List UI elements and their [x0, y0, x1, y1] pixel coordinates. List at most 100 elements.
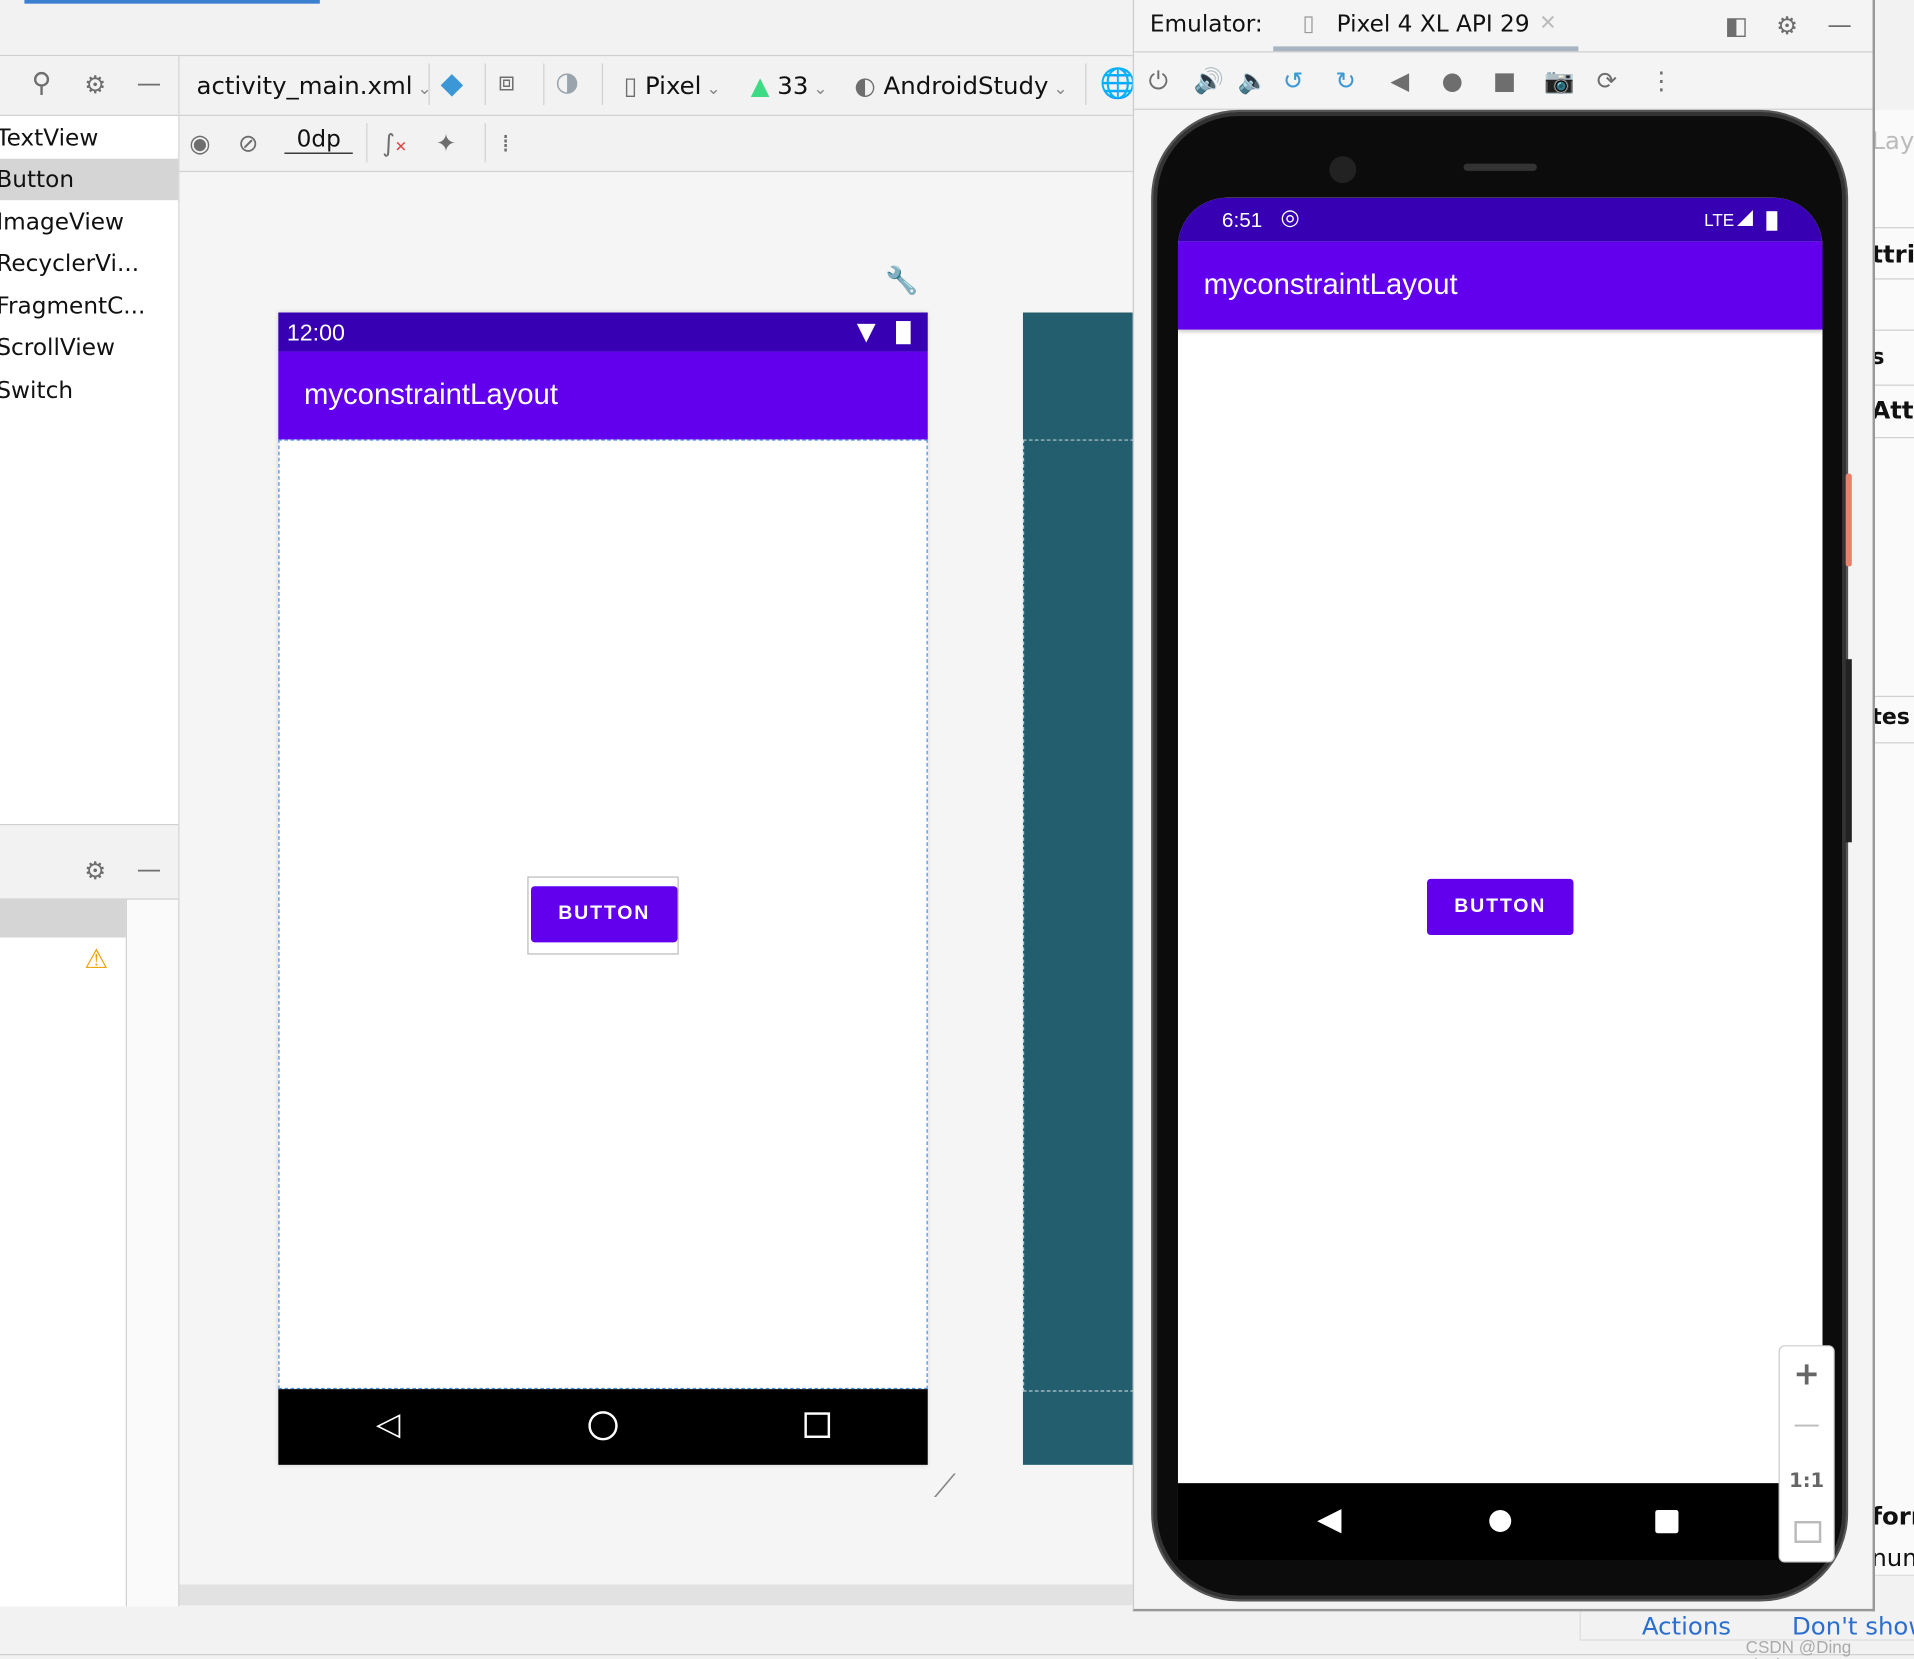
actions-link[interactable]: Actions: [1642, 1614, 1731, 1638]
gear-icon[interactable]: ⚙: [1776, 11, 1798, 40]
active-tab-indicator: [24, 0, 320, 4]
device-selector[interactable]: ▯ Pixel ⌄: [624, 71, 721, 100]
data-saver-icon: ◎: [1280, 205, 1300, 231]
warning-icon[interactable]: ⚠: [84, 945, 108, 976]
fit-screen-icon[interactable]: [1794, 1520, 1822, 1543]
app-bar: myconstraintLayout: [278, 351, 928, 440]
status-bar: 12:00 ▼: [278, 312, 928, 352]
theme-name: AndroidStudy: [883, 70, 1049, 101]
zoom-controls: + — 1:1: [1778, 1345, 1835, 1563]
attr-fragment: ttrik: [1871, 239, 1914, 269]
palette-list: TextView Button ImageView RecyclerVi... …: [0, 115, 179, 824]
emulator-toolbar: ⏻ 🔊 🔈 ↺ ↻ ◀ ● ■ 📷 ⟳ ⋮: [1134, 52, 1873, 110]
palette-item[interactable]: ScrollView: [0, 327, 175, 369]
battery-icon: [895, 321, 911, 345]
autoconnect-off-icon[interactable]: ⊘: [238, 128, 258, 157]
power-icon[interactable]: ⏻: [1149, 66, 1168, 95]
device-name: Pixel: [644, 70, 702, 101]
status-bar-bottom: [0, 1654, 1914, 1659]
app-button[interactable]: BUTTON: [1426, 878, 1574, 936]
back-icon[interactable]: ◀: [1390, 66, 1409, 95]
palette-item[interactable]: Switch: [0, 370, 175, 412]
palette-panel: ⚲ ⚙ — TextView Button ImageView Recycler…: [0, 56, 180, 1607]
palette-item-label: Button: [0, 166, 75, 193]
emulator-header: Emulator: ▯ Pixel 4 XL API 29 ✕ ◧ ⚙ —: [1134, 0, 1873, 53]
minimize-icon[interactable]: —: [137, 854, 161, 883]
attr-fragment: Layo: [1871, 125, 1914, 156]
app-title: myconstraintLayout: [303, 378, 558, 412]
zoom-in-icon[interactable]: +: [1780, 1356, 1834, 1393]
theme-icon: ◐: [854, 70, 876, 101]
phone-icon: ▯: [623, 70, 638, 101]
palette-item-selected[interactable]: Button: [0, 158, 179, 201]
overview-icon[interactable]: ■: [1493, 66, 1516, 95]
volume-key[interactable]: [1845, 659, 1852, 843]
speaker-grille: [1463, 163, 1537, 171]
close-tab-icon[interactable]: ✕: [1539, 11, 1556, 35]
night-mode-icon[interactable]: ◑: [555, 68, 578, 97]
android-studio-window: ⚲ ⚙ — TextView Button ImageView Recycler…: [0, 0, 1914, 1659]
window-mode-icon[interactable]: ◧: [1725, 11, 1748, 40]
component-tree: ⚠: [0, 898, 127, 1607]
more-options-icon[interactable]: ⋮: [1649, 66, 1673, 95]
status-time: 12:00: [286, 321, 345, 347]
recents-icon[interactable]: [1655, 1510, 1679, 1534]
back-icon[interactable]: ◀: [1317, 1501, 1341, 1538]
attr-fragment: forr: [1871, 1501, 1914, 1531]
clear-constraints-icon[interactable]: ∫✕: [382, 128, 407, 161]
screenshot-camera-icon[interactable]: 📷: [1544, 66, 1574, 95]
app-title: myconstraintLayout: [1203, 268, 1458, 302]
gear-icon[interactable]: ⚙: [84, 856, 106, 885]
constraint-toolbar: ◉ ⊘ 0dp ∫✕ ✦ ⁞: [179, 116, 1133, 173]
design-button[interactable]: BUTTON: [531, 886, 678, 943]
tree-row-selected[interactable]: [0, 898, 126, 938]
gear-icon[interactable]: ⚙: [84, 70, 106, 99]
eye-icon[interactable]: ◉: [189, 128, 210, 157]
locale-globe-icon[interactable]: 🌐: [1100, 68, 1136, 97]
network-type: LTE: [1704, 209, 1735, 230]
default-margin-selector[interactable]: 0dp: [284, 126, 354, 154]
zoom-actual-size-button[interactable]: 1:1: [1780, 1469, 1834, 1492]
volume-up-icon[interactable]: 🔊: [1194, 66, 1224, 95]
file-selector[interactable]: activity_main.xml ⌄: [197, 71, 432, 100]
navigation-bar: ◀: [1177, 1483, 1823, 1561]
home-icon: [588, 1411, 618, 1441]
volume-down-icon[interactable]: 🔈: [1238, 66, 1268, 95]
palette-item[interactable]: TextView: [0, 117, 175, 159]
palette-item[interactable]: ImageView: [0, 201, 175, 243]
rotate-right-icon[interactable]: ↻: [1335, 66, 1355, 95]
palette-item[interactable]: FragmentC...: [0, 286, 175, 328]
minimize-icon[interactable]: —: [1827, 10, 1851, 39]
emulator-screen[interactable]: 6:51 ◎ LTE ◢ myconstraintLayout BUTTON ◀: [1177, 197, 1823, 1561]
camera-icon: [1329, 156, 1357, 184]
snapshot-icon[interactable]: ⟳: [1597, 66, 1617, 95]
app-bar: myconstraintLayout: [1177, 241, 1823, 330]
power-key[interactable]: [1845, 473, 1852, 567]
theme-selector[interactable]: ◐ AndroidStudy ⌄: [854, 71, 1067, 100]
palette-item[interactable]: RecyclerVi...: [0, 243, 175, 285]
orientation-icon[interactable]: ⧈: [498, 68, 515, 97]
navigation-bar: ◁: [278, 1389, 928, 1465]
zoom-out-icon[interactable]: —: [1780, 1410, 1834, 1441]
palette-toolbar: ⚲ ⚙ —: [0, 56, 179, 116]
design-preview: 12:00 ▼ myconstraintLayout BUTTON ◁: [278, 312, 928, 1465]
search-icon[interactable]: ⚲: [32, 69, 52, 99]
constraint-layout[interactable]: BUTTON: [278, 439, 928, 1390]
api-selector[interactable]: ▲ 33 ⌄: [751, 71, 828, 100]
attr-fragment: num: [1871, 1542, 1914, 1573]
guidelines-icon[interactable]: ⁞: [502, 128, 510, 157]
design-toolbar: activity_main.xml ⌄ ◆ ⧈ ◑ ▯ Pixel ⌄ ▲ 33 ⌄ …: [179, 56, 1136, 116]
layers-icon[interactable]: ◆: [441, 68, 464, 97]
wrench-icon[interactable]: 🔧: [885, 267, 918, 296]
emulator-tab[interactable]: ▯ Pixel 4 XL API 29 ✕: [1273, 0, 1579, 52]
minimize-icon[interactable]: —: [137, 68, 161, 97]
dont-show-link[interactable]: Don't show: [1792, 1614, 1914, 1638]
resize-handle-icon[interactable]: ⟋: [934, 1469, 956, 1507]
rotate-left-icon[interactable]: ↺: [1283, 66, 1303, 95]
horizontal-scrollbar[interactable]: [179, 1584, 1133, 1606]
infer-constraints-icon[interactable]: ✦: [436, 128, 456, 157]
home-icon[interactable]: [1489, 1510, 1512, 1532]
home-icon[interactable]: ●: [1442, 66, 1463, 95]
design-canvas[interactable]: 🔧 12:00 ▼ myconstraintLayout BUTTON ◁ ⟋: [179, 172, 1135, 1585]
blueprint-preview: [1022, 312, 1135, 1465]
